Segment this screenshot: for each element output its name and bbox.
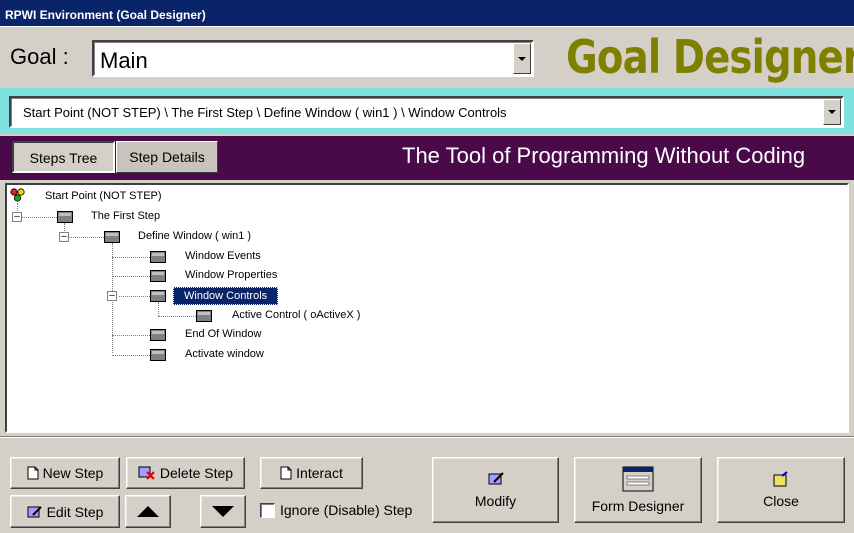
- tree-connector: [112, 355, 150, 356]
- steps-tree[interactable]: Start Point (NOT STEP) – The First Step …: [5, 183, 849, 433]
- brand-title: Goal Designer: [566, 30, 854, 84]
- tree-node-define-window[interactable]: Define Window ( win1 ): [138, 228, 251, 244]
- ignore-step-label: Ignore (Disable) Step: [280, 502, 413, 518]
- form-designer-button[interactable]: Form Designer: [574, 457, 702, 523]
- ignore-step-checkbox[interactable]: [260, 502, 275, 518]
- collapse-icon[interactable]: –: [12, 212, 22, 222]
- edit-icon: [27, 505, 42, 517]
- tree-node-start-point[interactable]: Start Point (NOT STEP): [45, 188, 162, 204]
- divider: [0, 436, 854, 438]
- chevron-down-icon: [518, 56, 526, 61]
- close-label: Close: [763, 493, 799, 509]
- chevron-down-icon: [828, 110, 836, 114]
- start-point-icon: [10, 188, 25, 202]
- move-down-button[interactable]: [200, 495, 246, 528]
- new-step-label: New Step: [42, 465, 104, 481]
- tree-connector: [19, 217, 57, 218]
- goal-label: Goal :: [10, 44, 69, 69]
- edit-step-label: Edit Step: [46, 503, 104, 520]
- path-select[interactable]: Start Point (NOT STEP) \ The First Step …: [9, 96, 844, 128]
- form-icon: [622, 466, 654, 492]
- new-step-button[interactable]: New Step: [10, 457, 120, 489]
- tab-step-details[interactable]: Step Details: [116, 141, 218, 173]
- tree-node-window-controls[interactable]: Window Controls: [173, 287, 279, 305]
- edit-icon: [488, 472, 504, 485]
- edit-step-button[interactable]: Edit Step: [10, 495, 120, 528]
- document-icon: [27, 466, 39, 480]
- tree-node-first-step[interactable]: The First Step: [91, 208, 160, 224]
- folder-icon: [150, 329, 166, 341]
- interact-label: Interact: [296, 465, 343, 481]
- ignore-step-checkbox-row[interactable]: Ignore (Disable) Step: [260, 500, 412, 520]
- folder-icon: [150, 251, 166, 263]
- window-title-bar: RPWI Environment (Goal Designer): [0, 0, 854, 27]
- folder-icon: [150, 290, 166, 302]
- tree-node-window-properties[interactable]: Window Properties: [185, 267, 277, 283]
- collapse-icon[interactable]: –: [59, 232, 69, 242]
- tree-connector: [158, 302, 159, 316]
- tree-node-window-events[interactable]: Window Events: [185, 248, 261, 264]
- close-button[interactable]: Close: [717, 457, 845, 523]
- goal-select-value: Main: [100, 48, 148, 73]
- delete-step-label: Delete Step: [159, 465, 234, 481]
- folder-icon: [150, 349, 166, 361]
- path-select-value: Start Point (NOT STEP) \ The First Step …: [23, 105, 507, 120]
- tree-connector: [112, 257, 150, 258]
- path-select-dropdown-button[interactable]: [823, 99, 841, 125]
- arrow-up-icon: [137, 506, 159, 517]
- delete-icon: [138, 466, 155, 480]
- tree-connector: [66, 237, 104, 238]
- tree-connector: [119, 296, 150, 297]
- collapse-icon[interactable]: –: [107, 291, 117, 301]
- modify-button[interactable]: Modify: [432, 457, 559, 523]
- delete-step-button[interactable]: Delete Step: [126, 457, 245, 489]
- document-icon: [280, 466, 292, 480]
- form-designer-label: Form Designer: [591, 498, 685, 514]
- tree-node-activate-window[interactable]: Activate window: [185, 346, 264, 362]
- tree-node-active-control[interactable]: Active Control ( oActiveX ): [232, 307, 360, 323]
- folder-icon: [196, 310, 212, 322]
- folder-icon: [104, 231, 120, 243]
- tree-connector: [112, 335, 150, 336]
- interact-button[interactable]: Interact: [260, 457, 363, 489]
- move-up-button[interactable]: [125, 495, 171, 528]
- exit-door-icon: [773, 471, 788, 487]
- brand-tagline: The Tool of Programming Without Coding: [402, 143, 806, 168]
- goal-select[interactable]: Main: [92, 40, 534, 77]
- tree-node-end-of-window[interactable]: End Of Window: [185, 326, 261, 342]
- modify-label: Modify: [474, 493, 517, 509]
- folder-icon: [150, 270, 166, 282]
- tree-connector: [158, 316, 196, 317]
- arrow-down-icon: [212, 506, 234, 517]
- goal-select-dropdown-button[interactable]: [513, 43, 531, 74]
- tree-connector: [112, 276, 150, 277]
- tab-steps-tree[interactable]: Steps Tree: [12, 141, 115, 173]
- folder-icon: [57, 211, 73, 223]
